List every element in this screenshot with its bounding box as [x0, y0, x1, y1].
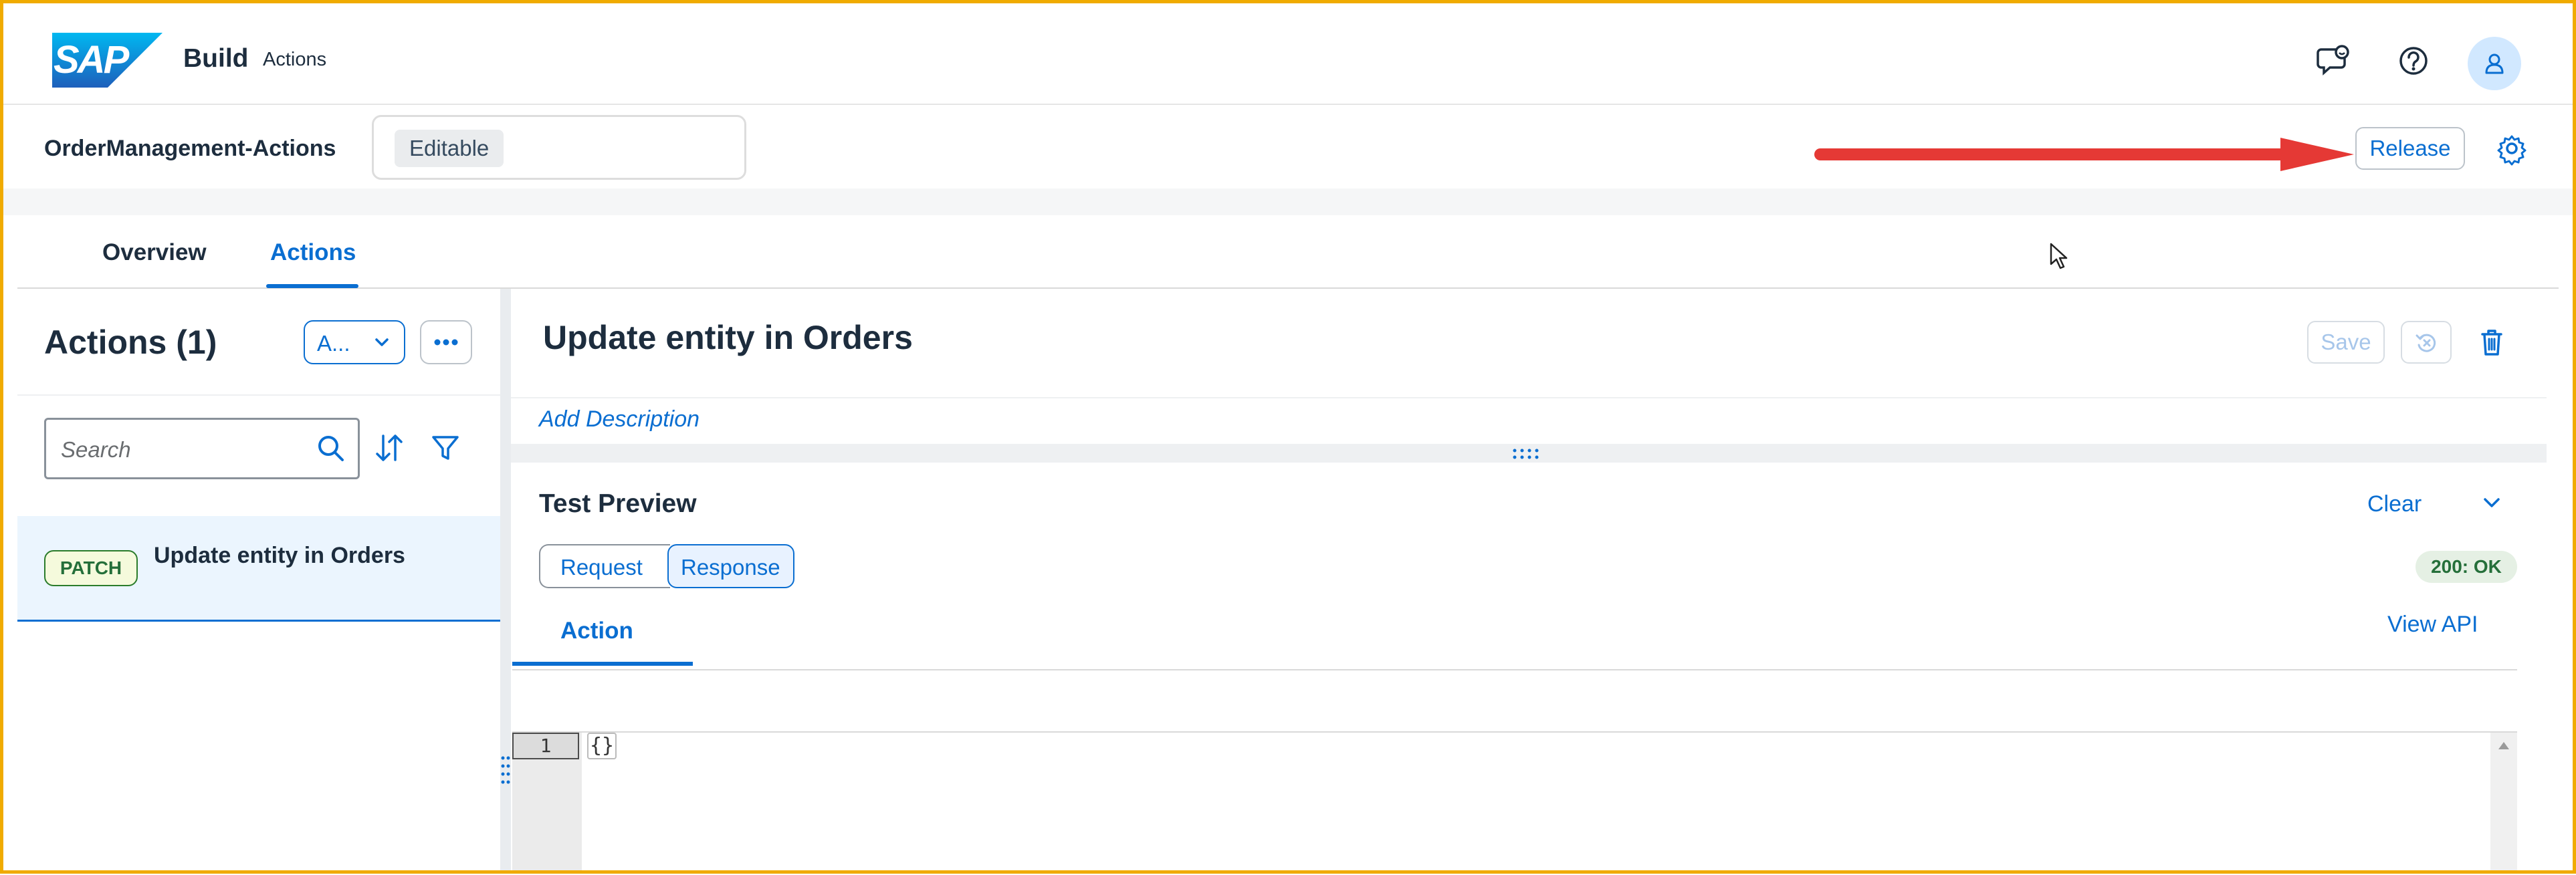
page-background-strip [0, 189, 2576, 215]
tab-action[interactable]: Action [560, 618, 633, 644]
feedback-icon[interactable] [2310, 37, 2357, 84]
view-api-link[interactable]: View API [2387, 612, 2478, 638]
product-section: Actions [263, 49, 327, 70]
editable-status-chip: Editable [395, 130, 504, 167]
help-icon[interactable] [2390, 37, 2437, 84]
save-button[interactable]: Save [2307, 321, 2385, 364]
delete-icon[interactable] [2473, 324, 2510, 361]
request-toggle[interactable]: Request [539, 544, 670, 588]
tab-selected-indicator [266, 284, 358, 288]
overflow-dots-icon [434, 339, 458, 346]
search-icon[interactable] [314, 432, 348, 465]
subtab-selected-indicator [512, 662, 693, 666]
scroll-up-arrow-icon[interactable] [2496, 738, 2512, 754]
clear-button[interactable]: Clear [2367, 491, 2422, 517]
code-editor[interactable] [512, 731, 2517, 875]
tab-bar [17, 215, 2559, 289]
annotation-arrow [1814, 138, 2354, 171]
tab-actions[interactable]: Actions [270, 239, 356, 266]
collapse-chevron-icon[interactable] [2477, 488, 2506, 517]
line-number: 1 [512, 733, 579, 759]
project-name: OrderManagement-Actions [44, 136, 336, 161]
revert-icon [2416, 334, 2436, 352]
settings-gear-icon[interactable] [2493, 130, 2531, 167]
add-description-link[interactable]: Add Description [539, 406, 700, 432]
shell-bar [0, 0, 2576, 105]
list-divider [17, 394, 500, 396]
detail-divider [511, 397, 2547, 398]
actions-filter-select[interactable]: A... [304, 320, 405, 364]
action-detail-title: Update entity in Orders [543, 319, 913, 356]
request-label: Request [560, 555, 643, 580]
sort-icon[interactable] [372, 430, 407, 465]
splitter-grip-icon[interactable] [500, 754, 511, 786]
test-preview-title: Test Preview [539, 489, 697, 518]
code-content[interactable]: {} [587, 733, 617, 759]
tab-overview[interactable]: Overview [102, 239, 207, 266]
filter-icon[interactable] [428, 430, 463, 465]
actions-list-title: Actions (1) [44, 324, 217, 361]
subtab-divider [512, 669, 2517, 670]
splitter-grip-icon[interactable] [1511, 447, 1541, 461]
http-method-badge: PATCH [44, 550, 138, 586]
search-placeholder: Search [61, 437, 131, 462]
user-icon [2485, 53, 2504, 74]
response-toggle[interactable]: Response [667, 544, 794, 588]
sap-logo-text: SAP [53, 38, 129, 82]
revert-button[interactable] [2401, 321, 2452, 364]
list-item-title[interactable]: Update entity in Orders [154, 543, 405, 569]
chevron-down-icon [375, 338, 389, 346]
actions-filter-value: A... [317, 331, 350, 356]
response-status-badge: 200: OK [2416, 551, 2517, 583]
more-options-button[interactable] [420, 320, 472, 364]
product-name[interactable]: Build [183, 44, 248, 74]
release-button[interactable]: Release [2355, 127, 2465, 170]
search-input[interactable]: Search [44, 418, 360, 479]
mouse-cursor-icon [2050, 243, 2068, 269]
response-label: Response [681, 555, 780, 580]
